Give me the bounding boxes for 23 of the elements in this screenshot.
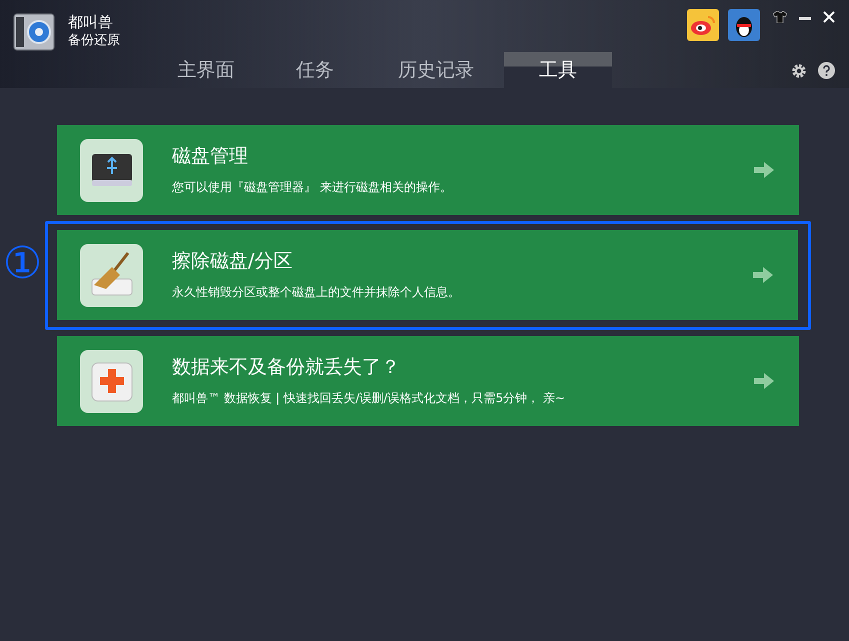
minimize-icon[interactable] xyxy=(799,17,811,21)
app-subtitle: 备份还原 xyxy=(68,32,120,49)
nav-tab[interactable]: 任务 xyxy=(262,52,368,88)
tool-description: 都叫兽™ 数据恢复 | 快速找回丢失/误删/误格式化文档，只需5分钟， 亲~ xyxy=(172,391,566,406)
help-icon[interactable] xyxy=(818,62,835,79)
step-marker: ① xyxy=(2,237,44,291)
tool-description: 永久性销毁分区或整个磁盘上的文件并抹除个人信息。 xyxy=(172,285,461,300)
nav-tab[interactable]: 工具 xyxy=(504,52,612,88)
app-name: 都叫兽 xyxy=(68,13,113,31)
shirt-icon[interactable] xyxy=(773,11,787,23)
tool-card[interactable]: 数据来不及备份就丢失了？ 都叫兽™ 数据恢复 | 快速找回丢失/误删/误格式化文档，只需5分钟， 亲~ xyxy=(57,336,799,426)
tool-title: 擦除磁盘/分区 xyxy=(172,250,294,272)
weibo-icon[interactable] xyxy=(687,9,719,41)
nav-tab[interactable]: 主界面 xyxy=(150,52,262,88)
close-icon[interactable] xyxy=(823,11,835,23)
nav-tab[interactable]: 历史记录 xyxy=(368,52,504,88)
settings-icon[interactable] xyxy=(791,63,807,79)
tool-card[interactable]: 擦除磁盘/分区 永久性销毁分区或整个磁盘上的文件并抹除个人信息。 xyxy=(57,230,798,320)
tool-title: 数据来不及备份就丢失了？ xyxy=(172,356,401,378)
penguin-icon[interactable] xyxy=(728,9,760,41)
tool-card[interactable]: 磁盘管理 您可以使用『磁盘管理器』 来进行磁盘相关的操作。 xyxy=(57,125,799,215)
tool-title: 磁盘管理 xyxy=(172,145,249,167)
tool-description: 您可以使用『磁盘管理器』 来进行磁盘相关的操作。 xyxy=(172,180,453,195)
